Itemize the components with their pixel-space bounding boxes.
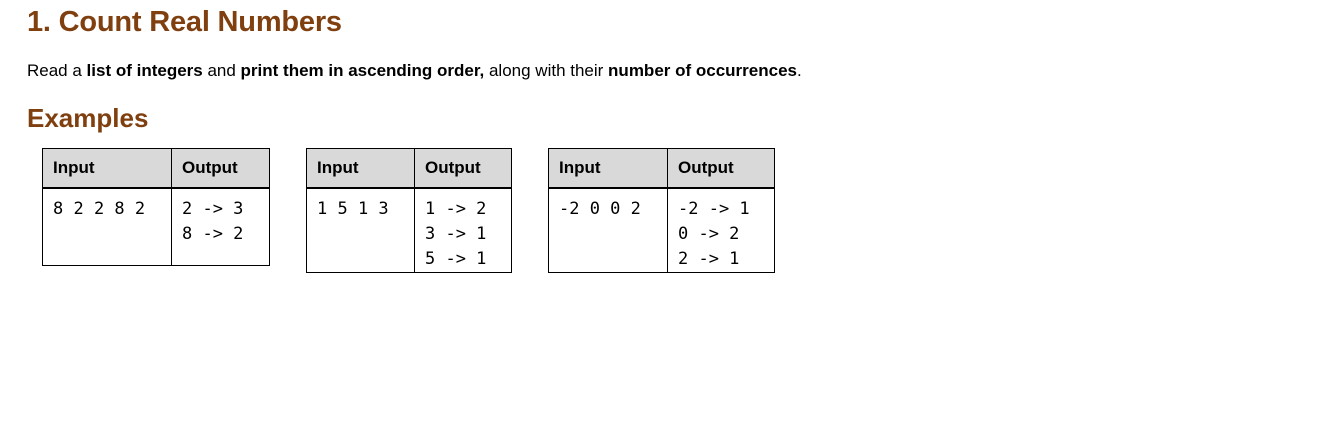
table-row: 1 5 1 3 1 -> 2 3 -> 1 5 -> 1 [306,187,512,273]
output-line: 5 -> 1 [425,249,487,269]
output-line: -2 -> 1 [678,199,750,219]
desc-text-3: along with their [484,61,609,80]
output-line: 3 -> 1 [425,224,487,244]
table-row: -2 0 0 2 -2 -> 1 0 -> 2 2 -> 1 [548,187,775,273]
desc-bold-1: list of integers [86,61,203,80]
desc-bold-3: number of occurrences [608,61,797,80]
input-header: Input [548,148,668,189]
desc-text-1: Read a [27,61,87,80]
problem-title: 1. Count Real Numbers [27,6,342,38]
desc-text-4: . [797,61,802,80]
table-header-row: Input Output [548,148,775,189]
example-table-1: Input Output 8 2 2 8 2 2 -> 3 8 -> 2 [42,148,270,266]
output-line: 1 -> 2 [425,199,487,219]
input-header: Input [42,148,172,189]
output-cell: -2 -> 1 0 -> 2 2 -> 1 [667,187,775,273]
output-line: 0 -> 2 [678,224,740,244]
problem-description: Read a list of integers and print them i… [27,61,802,81]
input-cell: 8 2 2 8 2 [42,187,172,266]
output-header: Output [171,148,270,189]
document-page: 1. Count Real Numbers Read a list of int… [27,0,1333,445]
output-line: 2 -> 3 [182,199,244,219]
example-table-3: Input Output -2 0 0 2 -2 -> 1 0 -> 2 2 -> … [548,148,775,273]
table-header-row: Input Output [42,148,270,189]
input-cell: 1 5 1 3 [306,187,415,273]
table-header-row: Input Output [306,148,512,189]
output-line: 2 -> 1 [678,249,740,269]
desc-bold-2: print them in ascending order, [240,61,485,80]
input-header: Input [306,148,415,189]
output-header: Output [667,148,775,189]
example-table-2: Input Output 1 5 1 3 1 -> 2 3 -> 1 5 -> 1 [306,148,512,273]
table-row: 8 2 2 8 2 2 -> 3 8 -> 2 [42,187,270,266]
output-cell: 2 -> 3 8 -> 2 [171,187,270,266]
input-cell: -2 0 0 2 [548,187,668,273]
output-line: 8 -> 2 [182,224,244,244]
output-cell: 1 -> 2 3 -> 1 5 -> 1 [414,187,512,273]
examples-heading: Examples [27,103,149,133]
desc-text-2: and [202,61,241,80]
output-header: Output [414,148,512,189]
